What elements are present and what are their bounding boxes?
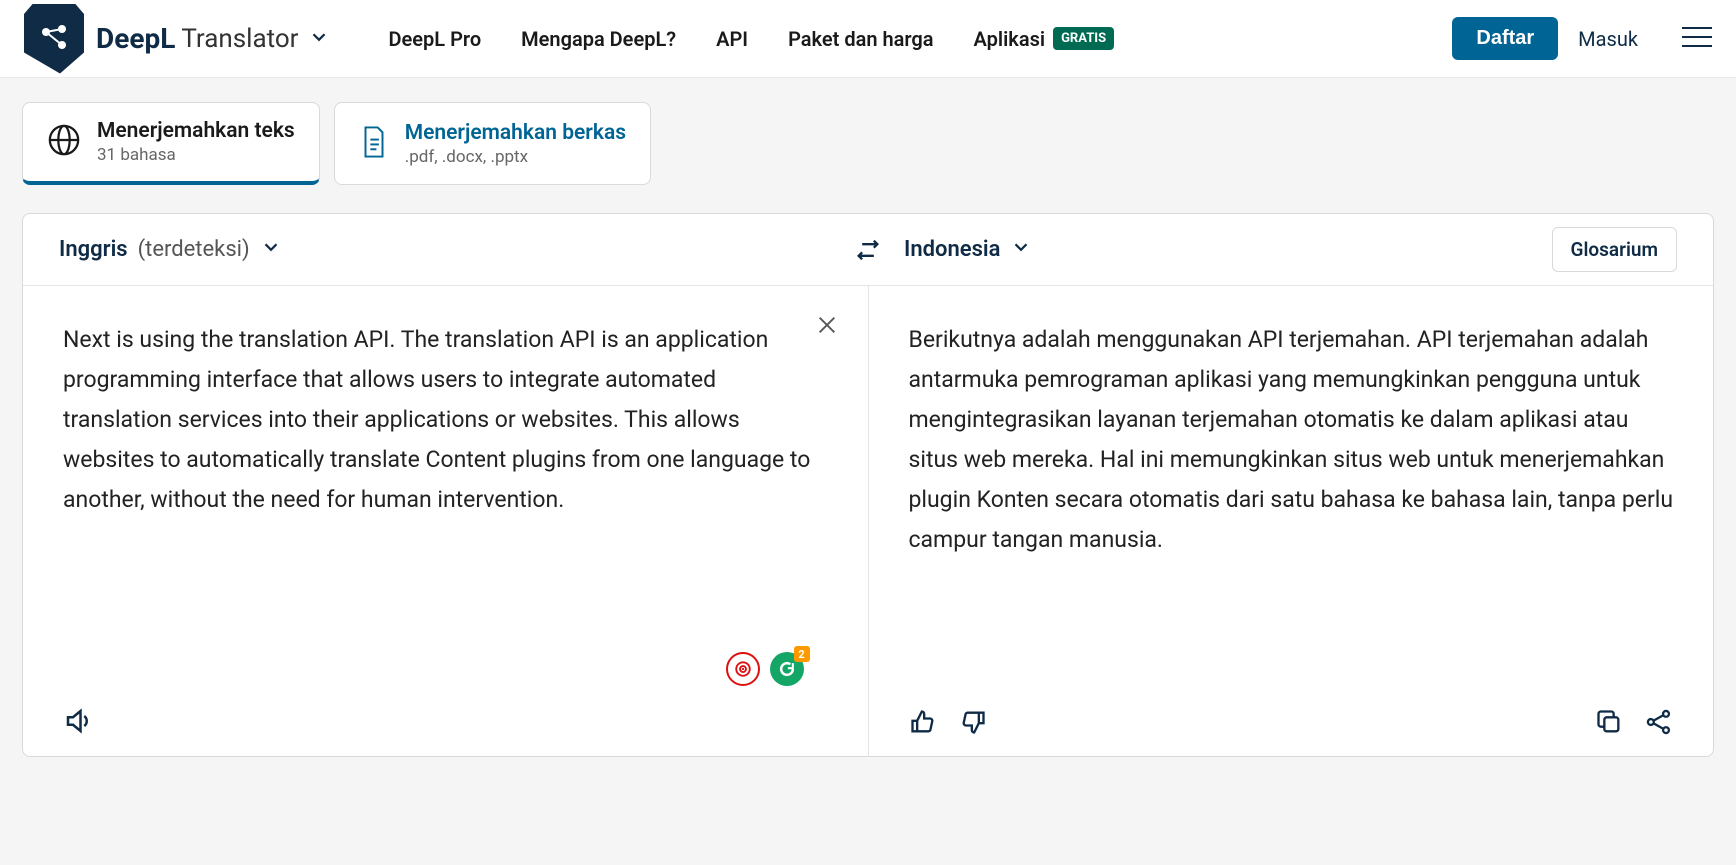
source-language-label: Inggris [59, 237, 128, 262]
mode-tabs: Menerjemahkan teks 31 bahasa Menerjemahk… [0, 78, 1736, 185]
source-detected-label: (terdeteksi) [138, 237, 250, 262]
thumbs-up-button[interactable] [909, 708, 937, 736]
thumbs-down-button[interactable] [959, 708, 987, 736]
tab-file-sub: .pdf, .docx, .pptx [405, 147, 626, 167]
target-text-output: Berikutnya adalah menggunakan API terjem… [909, 320, 1674, 694]
tab-translate-file[interactable]: Menerjemahkan berkas .pdf, .docx, .pptx [334, 102, 651, 185]
menu-icon[interactable] [1682, 25, 1712, 53]
glossary-button[interactable]: Glosarium [1552, 227, 1678, 272]
share-button[interactable] [1645, 708, 1673, 736]
nav-pricing[interactable]: Paket dan harga [788, 27, 933, 51]
header: DeepL Translator DeepL Pro Mengapa DeepL… [0, 0, 1736, 78]
login-link[interactable]: Masuk [1578, 27, 1638, 51]
gratis-badge: GRATIS [1053, 27, 1114, 50]
nav-why[interactable]: Mengapa DeepL? [521, 27, 676, 51]
speaker-icon[interactable] [63, 706, 93, 736]
target-icon[interactable] [726, 652, 760, 686]
signup-button[interactable]: Daftar [1452, 17, 1558, 60]
chevron-down-icon [260, 236, 282, 264]
chevron-down-icon [1010, 236, 1032, 264]
brand-suffix: Translator [181, 24, 298, 54]
logo-icon [24, 4, 84, 74]
nav-api[interactable]: API [716, 27, 748, 51]
logo[interactable]: DeepL Translator [24, 4, 330, 74]
auth-area: Daftar Masuk [1452, 17, 1712, 60]
target-pane: Berikutnya adalah menggunakan API terjem… [869, 286, 1714, 756]
copy-button[interactable] [1595, 708, 1623, 736]
source-text-input[interactable]: Next is using the translation API. The t… [63, 320, 828, 692]
nav-apps-label: Aplikasi [974, 27, 1046, 51]
brand-name: DeepL [96, 22, 175, 55]
swap-languages-button[interactable] [854, 236, 882, 264]
floating-widgets: 2 [726, 652, 804, 686]
language-bar: Inggris (terdeteksi) Indonesia Glosarium [23, 214, 1713, 286]
nav-pro[interactable]: DeepL Pro [388, 27, 481, 51]
globe-icon [47, 123, 81, 161]
grammarly-icon[interactable]: 2 [770, 652, 804, 686]
tab-file-title: Menerjemahkan berkas [405, 121, 626, 145]
chevron-down-icon[interactable] [308, 26, 330, 52]
main-nav: DeepL Pro Mengapa DeepL? API Paket dan h… [388, 27, 1452, 51]
target-language-button[interactable]: Indonesia [904, 236, 1032, 264]
tab-translate-text[interactable]: Menerjemahkan teks 31 bahasa [22, 102, 320, 185]
tab-text-sub: 31 bahasa [97, 145, 295, 165]
translation-panes: Next is using the translation API. The t… [23, 286, 1713, 756]
tab-text-title: Menerjemahkan teks [97, 119, 295, 143]
nav-apps[interactable]: Aplikasi GRATIS [974, 27, 1115, 51]
translator-panel: Inggris (terdeteksi) Indonesia Glosarium… [22, 213, 1714, 757]
source-language-button[interactable]: Inggris (terdeteksi) [59, 236, 282, 264]
target-language-label: Indonesia [904, 237, 1000, 262]
clear-button[interactable] [816, 314, 838, 336]
document-icon [359, 125, 389, 163]
source-pane: Next is using the translation API. The t… [23, 286, 869, 756]
